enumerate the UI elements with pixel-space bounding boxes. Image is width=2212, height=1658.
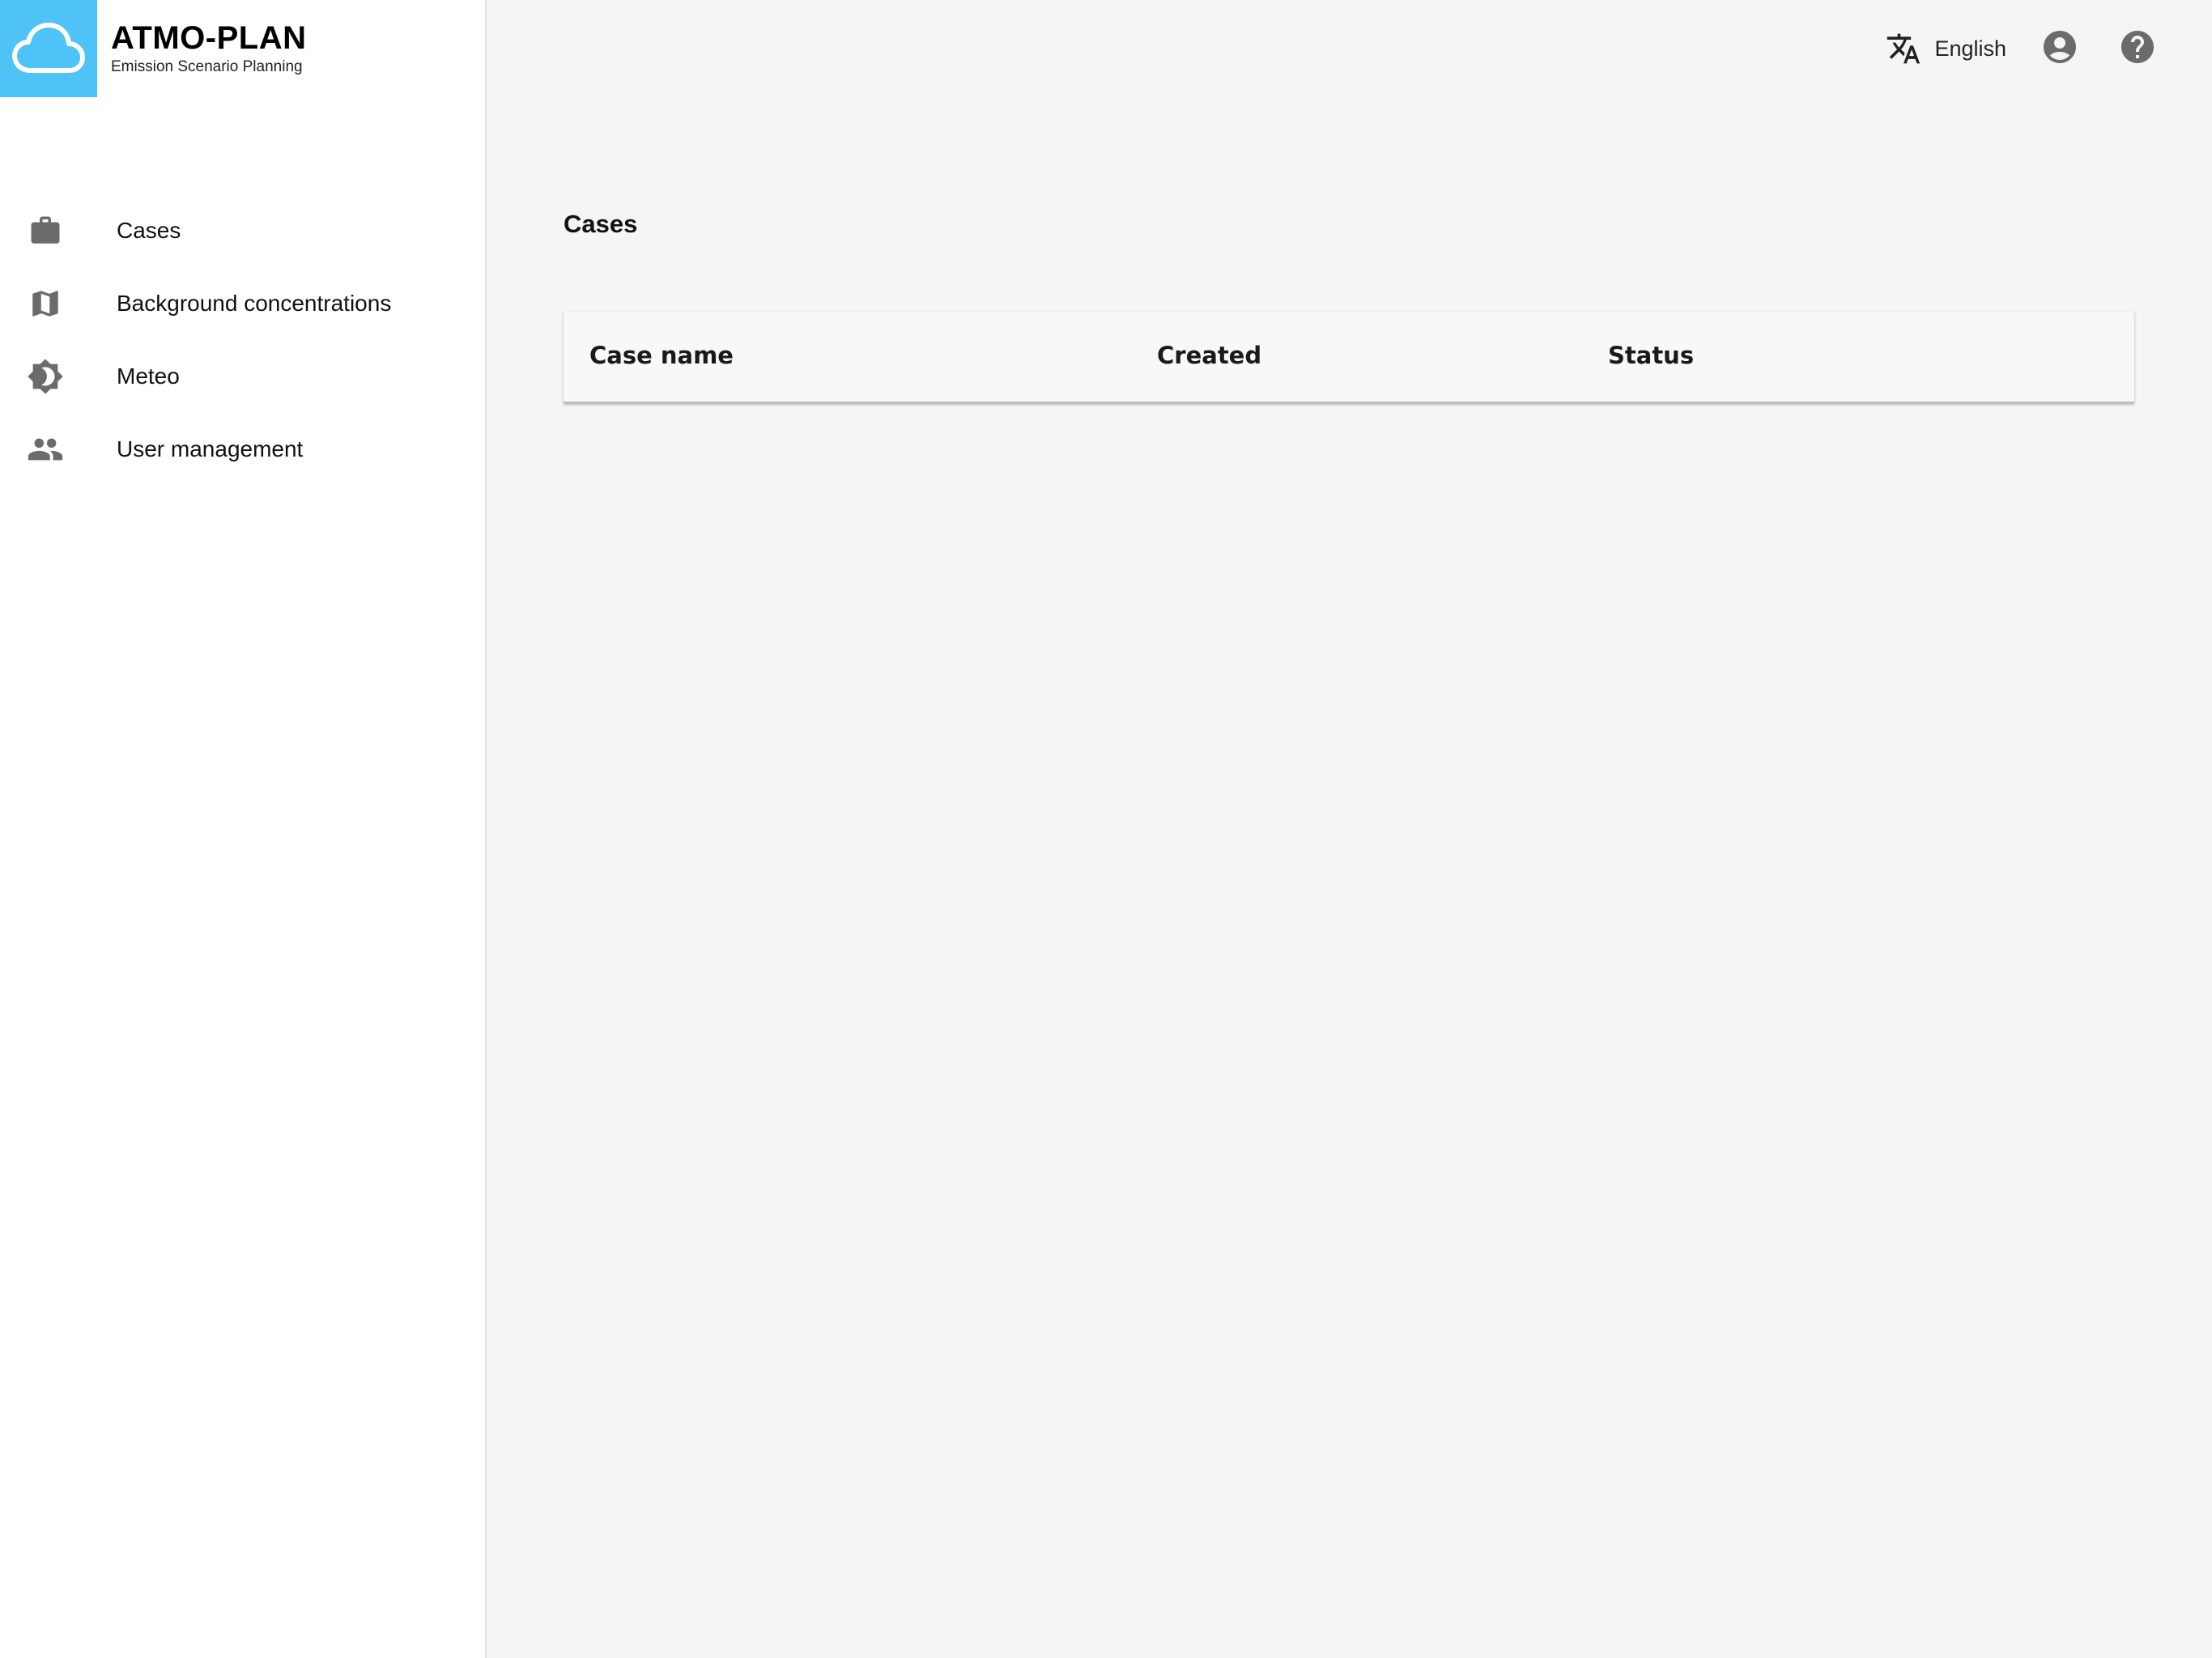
account-button[interactable] xyxy=(2040,29,2079,68)
translate-icon xyxy=(1886,31,1921,66)
page-title: Cases xyxy=(564,210,638,238)
sidebar-item-background-concentrations[interactable]: Background concentrations xyxy=(0,267,486,340)
cases-table: Case name Created Status xyxy=(564,312,2134,403)
sidebar-nav: Cases Background concentrations Meteo Us… xyxy=(0,194,486,486)
sidebar-item-label: Meteo xyxy=(117,363,180,389)
brand-text: ATMO-PLAN Emission Scenario Planning xyxy=(111,20,307,77)
help-circle-icon xyxy=(2118,28,2157,70)
sidebar-item-cases[interactable]: Cases xyxy=(0,194,486,267)
app-subtitle: Emission Scenario Planning xyxy=(111,58,303,75)
help-button[interactable] xyxy=(2118,29,2157,68)
brand[interactable]: ATMO-PLAN Emission Scenario Planning xyxy=(0,0,486,97)
column-header-case-name[interactable]: Case name xyxy=(589,342,734,369)
top-bar: English xyxy=(487,0,2212,104)
column-header-status[interactable]: Status xyxy=(1608,342,1694,369)
app-title: ATMO-PLAN xyxy=(111,20,307,56)
sidebar-item-label: Background concentrations xyxy=(117,291,392,316)
language-label: English xyxy=(1934,36,2006,61)
brightness-icon xyxy=(23,354,68,399)
cloud-logo-icon xyxy=(0,0,97,97)
sidebar-item-label: User management xyxy=(117,436,304,461)
sidebar-item-user-management[interactable]: User management xyxy=(0,413,486,486)
people-icon xyxy=(23,427,68,472)
sidebar-item-label: Cases xyxy=(117,218,181,243)
map-icon xyxy=(23,281,68,326)
account-circle-icon xyxy=(2040,28,2079,70)
sidebar: ATMO-PLAN Emission Scenario Planning Cas… xyxy=(0,0,487,1658)
column-header-created[interactable]: Created xyxy=(1157,342,1261,369)
briefcase-icon xyxy=(23,208,68,253)
language-selector[interactable]: English xyxy=(1886,31,2006,66)
sidebar-item-meteo[interactable]: Meteo xyxy=(0,340,486,413)
top-actions: English xyxy=(1886,29,2157,68)
